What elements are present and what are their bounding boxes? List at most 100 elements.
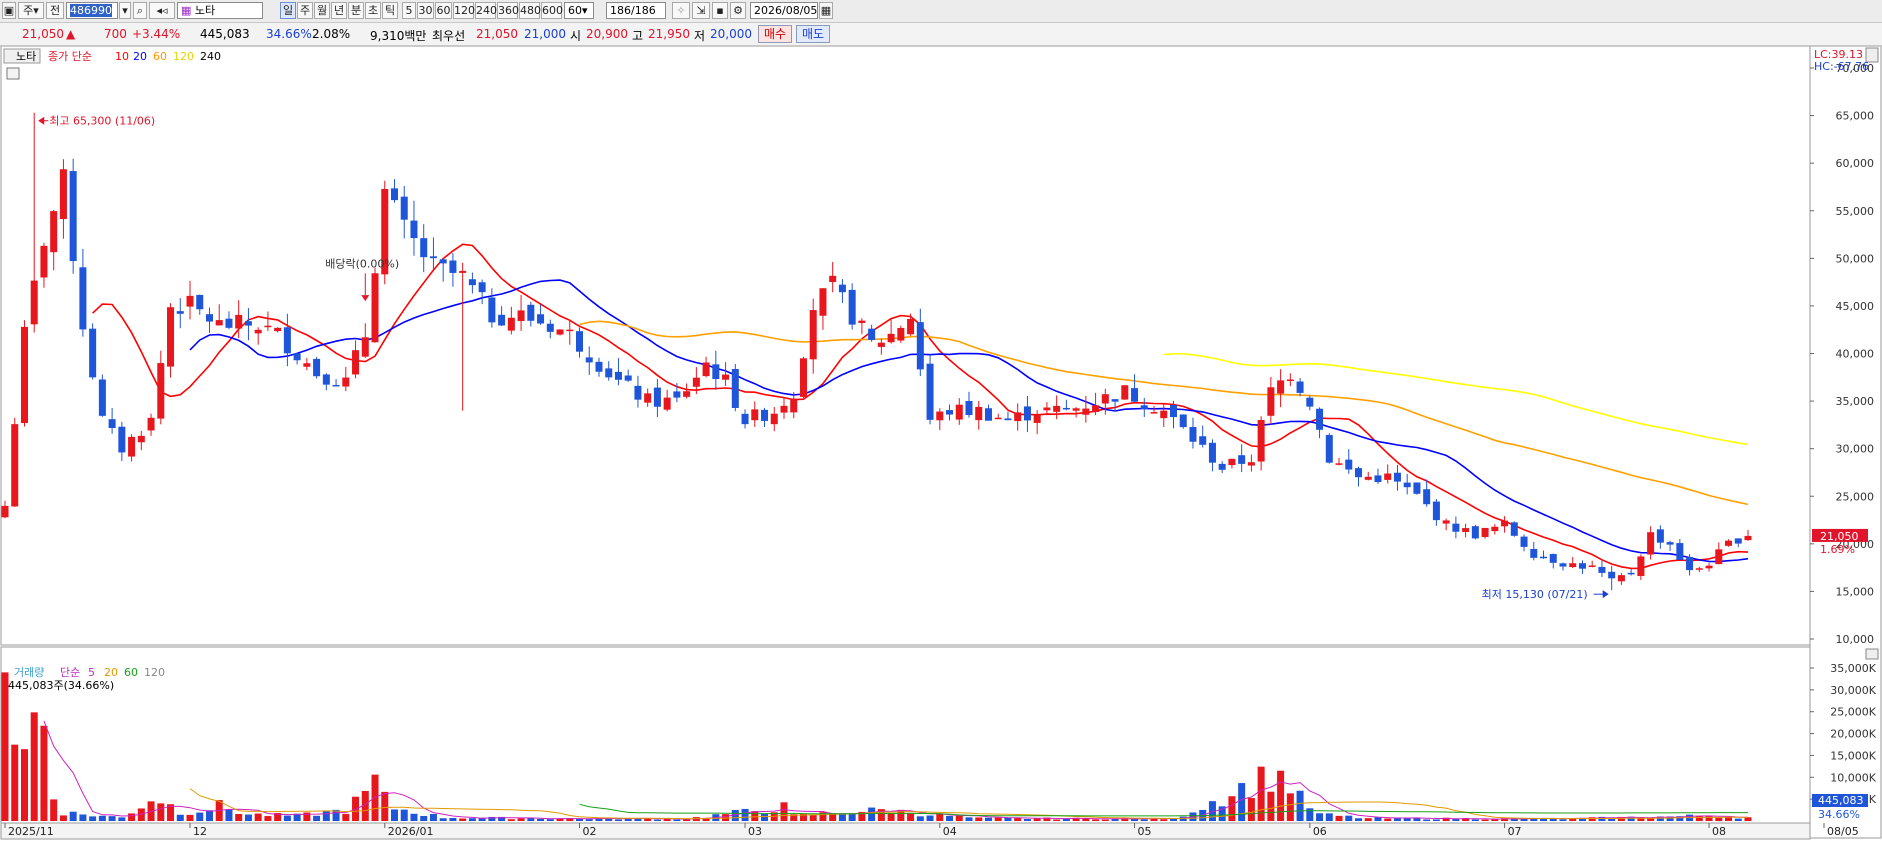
volume-bar [1092,819,1100,821]
date-tick-label: 06 [1313,825,1327,838]
gear-icon[interactable]: ⚙ [730,2,746,19]
candle [1023,406,1031,421]
candle [1432,501,1440,521]
grid-toggle-icon[interactable] [6,67,20,80]
type-selector[interactable]: 주▾ [18,2,44,19]
zoom-icon[interactable]: ⇲ [692,2,710,19]
candle [478,282,486,293]
volume-bar [653,819,661,821]
volume-bar [1481,819,1489,821]
candle [1072,408,1080,411]
interval-button-480[interactable]: 480 [519,2,541,19]
candle [1442,520,1450,524]
interval-button-360[interactable]: 360 [497,2,519,19]
period-button-2[interactable]: 월 [314,2,330,19]
date-tick-label: 12 [193,825,207,838]
legend-ma240: 240 [200,50,221,63]
volume-bar [1403,818,1411,821]
count-field[interactable]: 186/186 [606,2,666,19]
stock-code-input[interactable]: 486990 [66,2,118,19]
interval-button-600[interactable]: 600 [541,2,563,19]
interval-button-240[interactable]: 240 [475,2,497,19]
candle [653,387,661,407]
volume-bar [108,816,116,821]
candle [1715,549,1723,565]
candle [1208,442,1216,463]
volume-bar [1238,783,1246,821]
price-tick-label: 50,000 [1836,252,1875,265]
interval-button-30[interactable]: 30 [417,2,434,19]
count-total: /186 [631,4,656,17]
interval-input[interactable]: 60▾ [564,2,594,19]
candle [40,245,48,278]
interval-button-5[interactable]: 5 [402,2,416,19]
code-dropdown-icon[interactable]: ▾ [119,2,131,19]
stock-name-field[interactable]: ▦ 노타 [177,2,263,19]
volume-bar [1316,813,1324,821]
volume-bar [283,815,291,821]
volume-bar [741,808,749,821]
candle [1578,563,1586,569]
volume-bar [838,814,846,821]
candle [468,279,476,286]
candle [1549,554,1557,563]
candle [926,363,934,420]
candle [887,333,895,343]
interval-button-60[interactable]: 60 [435,2,452,19]
candle [741,413,749,425]
market-selector[interactable]: 전 [46,2,64,19]
volume-bar [1014,817,1022,821]
period-button-5[interactable]: 초 [365,2,381,19]
candle [1608,571,1616,579]
period-button-6[interactable]: 틱 [382,2,398,19]
volume-bar [244,814,252,821]
date-tick-label: 02 [583,825,597,838]
volume-bar [30,712,38,821]
calendar-icon[interactable]: ▦ [819,2,833,19]
volume-bar [342,813,350,821]
volume-bar [410,813,418,821]
volume-bar [994,817,1002,821]
volume-bar [1364,818,1372,821]
volume-bar [761,813,769,821]
volume-scroll-up-button[interactable] [1865,648,1879,660]
date-field[interactable]: 2026/08/05 [750,2,818,19]
save-icon[interactable]: ▪ [712,2,728,19]
fit-icon[interactable]: ✧ [672,2,690,19]
candle [1364,476,1372,480]
volume-pane [0,646,1811,839]
candle [137,435,145,443]
candle [11,424,19,507]
volume-bar [751,811,759,821]
candle [322,374,330,385]
change-arrow-icon: ▲ [66,27,76,41]
candle [254,329,262,334]
buy-button[interactable]: 매수 [758,25,792,43]
period-button-1[interactable]: 주 [297,2,313,19]
interval-button-120[interactable]: 120 [453,2,475,19]
speaker-icon[interactable]: ◂◃ [149,2,175,19]
volume-tick-label: 30,000K [1830,684,1876,697]
type-label: 주 [23,4,34,17]
candle [1384,473,1392,480]
period-button-0[interactable]: 일 [280,2,296,19]
candle [157,363,165,419]
candle [1286,379,1294,382]
period-button-3[interactable]: 년 [331,2,347,19]
period-button-4[interactable]: 분 [348,2,364,19]
legend-ma10: 10 [115,50,129,63]
price-tick-label: 65,000 [1836,110,1875,123]
candle [79,267,87,330]
window-menu-icon[interactable]: ▣ [2,2,16,19]
candle [196,294,204,310]
volume-bar [1,672,9,821]
volume-tick-label: 35,000K [1830,662,1876,675]
volume-legend-prefix: 단순 [60,666,80,679]
price-chart[interactable]: 70,00065,00060,00055,00050,00045,00040,0… [0,46,1882,841]
volume-bar [20,749,28,821]
candle [488,297,496,323]
search-icon[interactable]: ⌕ [133,2,147,19]
sell-button[interactable]: 매도 [796,25,830,43]
candle [546,323,554,332]
last-volume-label: 445,083 [1818,794,1864,807]
